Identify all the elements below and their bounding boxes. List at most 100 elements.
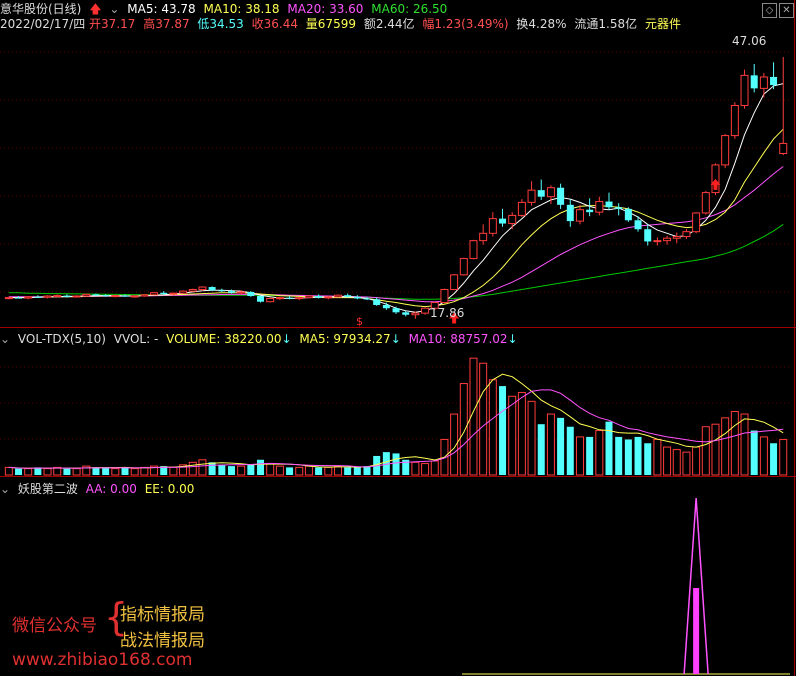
volume-bar <box>63 468 71 475</box>
candle-body <box>363 298 371 300</box>
candle-body <box>663 237 672 242</box>
volume-bar <box>72 468 81 476</box>
candle-body <box>499 218 507 224</box>
volume-bar <box>247 464 255 475</box>
volume-bar <box>537 424 545 475</box>
candle-body <box>247 291 255 297</box>
candle-body <box>575 209 584 222</box>
candle-body <box>315 296 323 298</box>
signal-bar <box>693 588 700 674</box>
candle-body <box>82 293 91 297</box>
candle-body <box>586 209 594 213</box>
volume-bar <box>304 465 313 476</box>
volume-bar <box>237 465 246 476</box>
volume-bar <box>411 461 420 476</box>
volume-bar <box>208 462 216 475</box>
volume-bar <box>546 413 555 476</box>
candle-body <box>411 312 420 316</box>
volume-bar <box>711 423 720 476</box>
volume-bar <box>624 439 632 475</box>
volume-bar <box>430 460 439 476</box>
candle-body <box>721 135 730 166</box>
volume-bar <box>672 449 681 476</box>
wechat-label: 微信公众号 <box>12 616 97 636</box>
volume-bar <box>575 436 584 476</box>
volume-bar <box>517 391 526 476</box>
volume-bar <box>479 362 488 476</box>
candle-body <box>92 294 100 296</box>
candle-body <box>527 189 536 203</box>
s-marker-icon: $ <box>356 315 363 328</box>
candle-body <box>169 292 178 295</box>
url-label: www.zhibiao168.com <box>12 650 193 670</box>
volume-bar <box>43 468 52 476</box>
volume-bar <box>770 443 778 475</box>
volume-bar <box>644 443 652 475</box>
candle-body <box>208 287 216 291</box>
brand2-label: 战法情报局 <box>120 631 205 651</box>
candle-body <box>634 220 642 230</box>
candle-body <box>682 231 691 238</box>
volume-bar <box>605 421 613 475</box>
candle-body <box>546 187 555 198</box>
volume-bar <box>759 436 768 476</box>
volume-bar <box>615 436 623 475</box>
volume-bar <box>634 436 642 475</box>
candle-body <box>595 201 604 213</box>
volume-bar <box>701 426 710 476</box>
volume-bar <box>740 413 749 476</box>
candle-body <box>421 307 430 314</box>
volume-bar <box>188 461 197 476</box>
candle-body <box>15 297 23 299</box>
candle-body <box>672 236 681 239</box>
candle-body <box>111 295 120 298</box>
candle-body <box>160 292 168 294</box>
volume-bar <box>750 430 758 475</box>
candle-body <box>353 296 361 299</box>
brand1-label: 指标情报局 <box>120 605 205 625</box>
candle-body <box>63 295 71 297</box>
candle-body <box>605 201 613 208</box>
candle-body <box>517 201 526 216</box>
candle-body <box>653 240 662 243</box>
candle-body <box>402 312 410 315</box>
candle-body <box>566 204 574 222</box>
candle-body <box>198 286 207 290</box>
candle-body <box>615 207 623 209</box>
volume-bar <box>527 400 536 476</box>
candle-body <box>750 75 758 89</box>
candle-body <box>459 258 468 276</box>
candle-body <box>53 295 62 298</box>
stock-chart <box>0 51 790 675</box>
volume-bar <box>392 453 400 475</box>
volume-bar <box>779 438 788 476</box>
candle-body <box>759 76 768 89</box>
volume-bar <box>459 383 468 476</box>
candle-body <box>257 296 265 302</box>
volume-bar <box>324 466 333 476</box>
candle-body <box>701 192 710 214</box>
candle-body <box>488 218 497 234</box>
volume-bar <box>295 466 304 476</box>
candle-body <box>102 295 110 297</box>
low-price-label: 17.86 <box>430 306 465 320</box>
candle-body <box>779 142 788 155</box>
volume-bar <box>227 466 235 475</box>
candle-body <box>770 76 778 86</box>
volume-bar <box>111 468 120 476</box>
volume-bar <box>344 467 352 475</box>
candle-body <box>304 295 313 299</box>
candle-body <box>130 295 139 298</box>
candle-body <box>469 240 478 260</box>
volume-bar <box>682 451 691 476</box>
candle-body <box>557 187 565 205</box>
volume-bar <box>266 463 275 476</box>
candle-body <box>479 232 488 242</box>
candle-body <box>508 214 517 225</box>
candle-body <box>692 212 701 233</box>
candle-body <box>227 291 235 293</box>
candle-body <box>450 274 459 291</box>
candle-body <box>4 297 13 300</box>
volume-bar <box>653 438 662 476</box>
candle-body <box>382 304 390 309</box>
